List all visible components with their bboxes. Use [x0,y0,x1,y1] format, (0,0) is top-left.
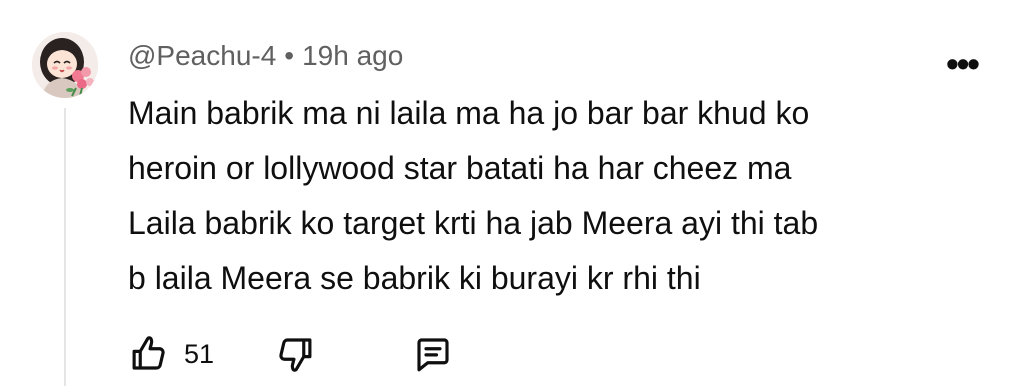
comment-text: Main babrik ma ni laila ma ha jo bar bar… [128,86,988,306]
comment-text-line: Main babrik ma ni laila ma ha jo bar bar… [128,95,810,131]
comment-timestamp[interactable]: 19h ago [302,40,403,71]
comment-menu-button[interactable]: ••• [938,43,986,84]
comment-bubble-icon [417,338,449,372]
comment-text-line: b laila Meera se babrik ki burayi kr rhi… [128,260,701,296]
comment-text-line: heroin or lollywood star batati ha har c… [128,150,792,186]
thumbs-up-icon [132,336,165,370]
like-button[interactable]: 51 [128,330,214,378]
comment-meta: @Peachu-4 • 19h ago [128,38,403,74]
thread-line [64,108,66,386]
comment-card: @Peachu-4 • 19h ago ••• Main babrik ma ni … [0,0,1024,386]
meta-separator: • [284,40,295,71]
avatar-image [32,32,98,98]
more-vertical-dots-icon: ••• [946,43,980,84]
comment-text-line: Laila babrik ko target krti ha jab Meera… [128,205,819,241]
reply-button[interactable] [412,330,454,378]
author-handle[interactable]: @Peachu-4 [128,40,276,71]
like-count: 51 [184,338,215,369]
thumbs-down-icon [279,338,312,372]
author-avatar[interactable] [32,32,98,98]
dislike-button[interactable] [274,330,316,378]
